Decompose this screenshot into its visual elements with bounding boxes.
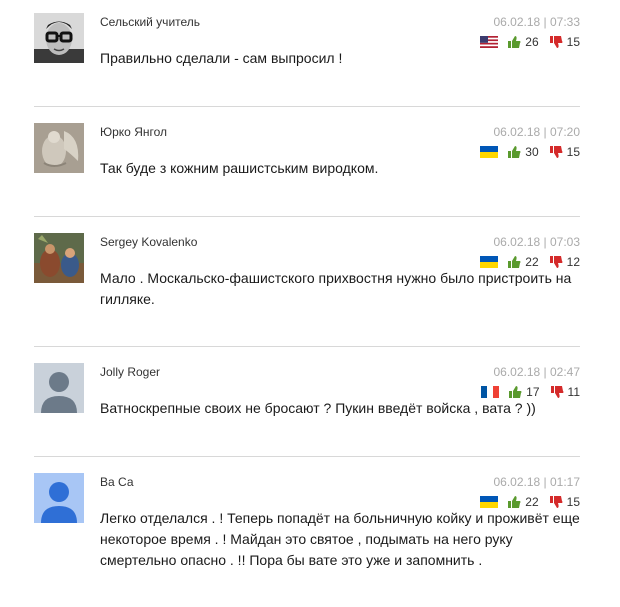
like-count: 30 <box>525 145 539 159</box>
thumbs-down-icon[interactable] <box>549 495 563 509</box>
divider <box>34 106 580 107</box>
dislike-count: 11 <box>567 385 580 399</box>
default-blue-avatar <box>34 473 84 523</box>
divider <box>34 456 580 457</box>
comment-date: 06.02.18 | 02:47 <box>493 365 580 379</box>
thumbs-up-icon[interactable] <box>507 35 521 49</box>
thumbs-down-icon[interactable] <box>549 35 563 49</box>
like-count: 22 <box>525 255 539 269</box>
comment-text: Правильно сделали - сам выпросил ! <box>100 50 343 66</box>
dislike-count: 12 <box>566 255 580 269</box>
dislike-count: 15 <box>566 35 580 49</box>
author-name[interactable]: Sergey Kovalenko <box>100 235 197 249</box>
comment-text: Ватноскрепные своих не бросают ? Пукин в… <box>100 400 536 416</box>
comment-item: Sergey Kovalenko 06.02.18 | 07:03 22 12 … <box>34 233 580 333</box>
thumbs-up-icon[interactable] <box>507 495 521 509</box>
divider <box>34 216 580 217</box>
dislike-count: 15 <box>566 145 580 159</box>
angel-statue-photo <box>34 123 84 173</box>
comment-date: 06.02.18 | 07:33 <box>493 15 580 29</box>
divider <box>34 346 580 347</box>
comment-item: Юрко Янгол 06.02.18 | 07:20 30 15 Так бу… <box>34 123 580 203</box>
comment-text: Мало . Москальско-фашистского прихвостня… <box>100 270 572 307</box>
comment-item: Ва Са 06.02.18 | 01:17 22 15 Легко отдел… <box>34 473 580 593</box>
avatar[interactable] <box>34 123 84 173</box>
thumbs-down-icon[interactable] <box>549 255 563 269</box>
comment-date: 06.02.18 | 07:20 <box>493 125 580 139</box>
comment-text: Так буде з кожним рашистським виродком. <box>100 160 379 176</box>
avatar[interactable] <box>34 473 84 523</box>
thumbs-down-icon[interactable] <box>549 145 563 159</box>
comment-date: 06.02.18 | 07:03 <box>493 235 580 249</box>
default-gray-avatar <box>34 363 84 413</box>
author-name[interactable]: Сельский учитель <box>100 15 200 29</box>
author-name[interactable]: Jolly Roger <box>100 365 160 379</box>
avatar[interactable] <box>34 363 84 413</box>
avatar[interactable] <box>34 233 84 283</box>
comment-text: Легко отделался . ! Теперь попадёт на бо… <box>100 510 580 568</box>
comment-date: 06.02.18 | 01:17 <box>493 475 580 489</box>
dislike-count: 15 <box>566 495 580 509</box>
france-flag-icon <box>481 386 500 398</box>
buddy-holly-photo <box>34 13 84 63</box>
usa-flag-icon <box>480 36 499 48</box>
thumbs-down-icon[interactable] <box>550 385 564 399</box>
comments-list: Сельский учитель 06.02.18 | 07:33 26 15 … <box>0 0 620 607</box>
thumbs-up-icon[interactable] <box>508 385 522 399</box>
like-count: 26 <box>525 35 539 49</box>
author-name[interactable]: Юрко Янгол <box>100 125 167 139</box>
painting-photo <box>34 233 84 283</box>
ukraine-flag-icon <box>480 256 499 268</box>
comment-item: Сельский учитель 06.02.18 | 07:33 26 15 … <box>34 13 580 93</box>
ukraine-flag-icon <box>480 496 499 508</box>
like-count: 17 <box>526 385 540 399</box>
ukraine-flag-icon <box>480 146 499 158</box>
like-count: 22 <box>525 495 539 509</box>
comment-item: Jolly Roger 06.02.18 | 02:47 17 11 Ватно… <box>34 363 580 443</box>
author-name[interactable]: Ва Са <box>100 475 134 489</box>
thumbs-up-icon[interactable] <box>507 145 521 159</box>
avatar[interactable] <box>34 13 84 63</box>
thumbs-up-icon[interactable] <box>507 255 521 269</box>
